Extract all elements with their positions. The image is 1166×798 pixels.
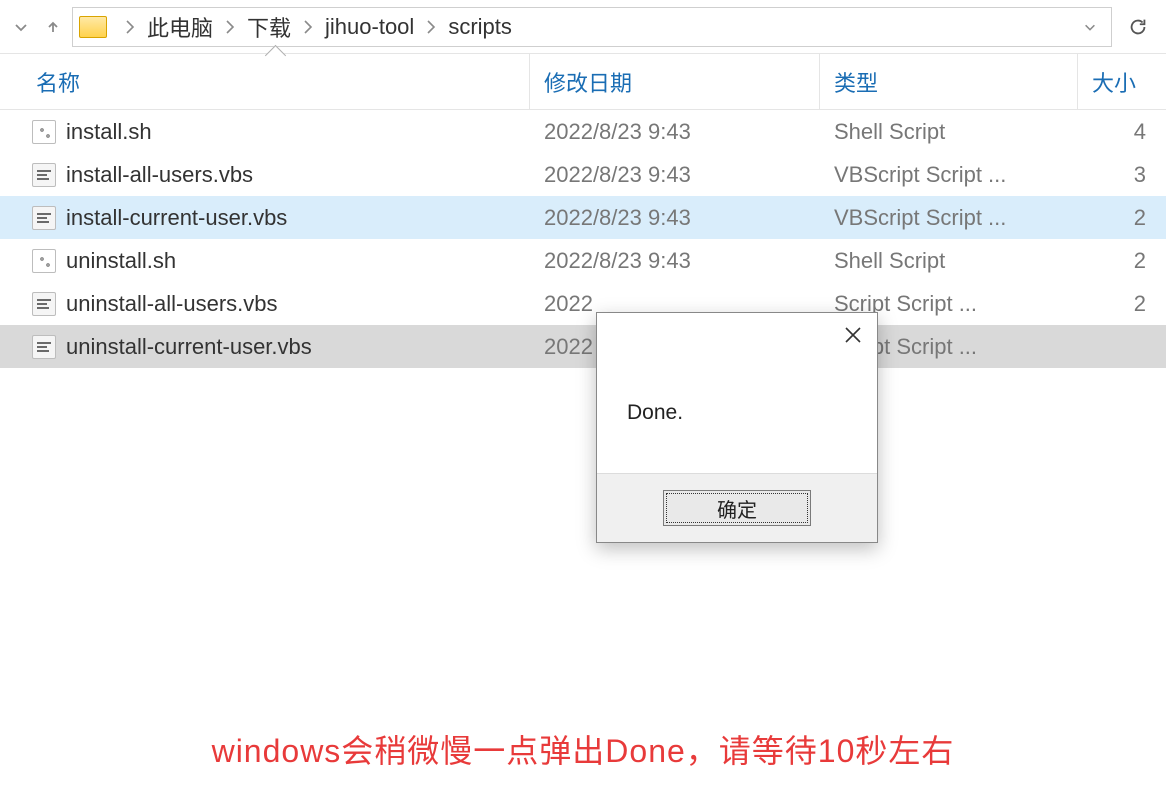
file-row[interactable]: uninstall-all-users.vbs2022Script Script… — [0, 282, 1166, 325]
breadcrumb-separator — [217, 14, 243, 40]
file-date: 2022/8/23 9:43 — [530, 162, 820, 188]
file-type: Shell Script — [820, 119, 1078, 145]
file-size: 2 — [1078, 205, 1166, 231]
breadcrumb-separator — [418, 14, 444, 40]
file-row[interactable]: install-current-user.vbs 2022/8/23 9:43VB… — [0, 196, 1166, 239]
dialog-footer: 确定 — [597, 473, 877, 542]
nav-dropdown-button[interactable] — [8, 14, 34, 40]
refresh-button[interactable] — [1118, 7, 1158, 47]
file-row[interactable]: install.sh 2022/8/23 9:43Shell Script4 — [0, 110, 1166, 153]
file-row[interactable]: uninstall.sh 2022/8/23 9:43Shell Script2 — [0, 239, 1166, 282]
file-size: 2 — [1078, 248, 1166, 274]
shell-script-icon — [32, 120, 56, 144]
breadcrumb-item[interactable]: 下载 — [247, 11, 291, 43]
breadcrumb-separator — [295, 14, 321, 40]
column-header-date[interactable]: 修改日期 — [530, 54, 820, 109]
file-size: 4 — [1078, 119, 1166, 145]
file-size: 3 — [1078, 162, 1166, 188]
file-name: uninstall-all-users.vbs — [66, 291, 278, 317]
nav-up-button[interactable] — [40, 14, 66, 40]
ok-button[interactable]: 确定 — [663, 490, 811, 526]
file-row[interactable]: install-all-users.vbs 2022/8/23 9:43VBScr… — [0, 153, 1166, 196]
file-row[interactable]: uninstall-current-user.vbs2022Script Scr… — [0, 325, 1166, 368]
vbscript-icon — [32, 163, 56, 187]
file-type: VBScript Script ... — [820, 162, 1078, 188]
file-name-cell: uninstall-current-user.vbs — [0, 334, 530, 360]
vbscript-icon — [32, 292, 56, 316]
file-name-cell: install.sh — [0, 119, 530, 145]
breadcrumb-item[interactable]: 此电脑 — [147, 11, 213, 43]
vbscript-icon — [32, 206, 56, 230]
dialog-message: Done. — [597, 353, 877, 473]
file-name: uninstall.sh — [66, 248, 176, 274]
file-list: install.sh2022/8/23 9:43Shell Script4ins… — [0, 110, 1166, 368]
dialog-titlebar[interactable] — [597, 313, 877, 353]
file-name-cell: uninstall.sh — [0, 248, 530, 274]
message-dialog: Done. 确定 — [596, 312, 878, 543]
column-header-type[interactable]: 类型 — [820, 54, 1078, 109]
file-type: Shell Script — [820, 248, 1078, 274]
breadcrumb-dropdown[interactable] — [1075, 14, 1105, 40]
shell-script-icon — [32, 249, 56, 273]
explorer-toolbar: 此电脑 下载 jihuo-tool scripts — [0, 0, 1166, 54]
file-name: install-current-user.vbs — [66, 205, 287, 231]
file-name-cell: install-current-user.vbs — [0, 205, 530, 231]
file-name-cell: install-all-users.vbs — [0, 162, 530, 188]
file-size: 2 — [1078, 291, 1166, 317]
file-type: VBScript Script ... — [820, 205, 1078, 231]
file-name: install.sh — [66, 119, 152, 145]
file-name: uninstall-current-user.vbs — [66, 334, 312, 360]
file-date: 2022/8/23 9:43 — [530, 119, 820, 145]
file-date: 2022/8/23 9:43 — [530, 248, 820, 274]
file-name-cell: uninstall-all-users.vbs — [0, 291, 530, 317]
breadcrumb[interactable]: 此电脑 下载 jihuo-tool scripts — [72, 7, 1112, 47]
file-date: 2022/8/23 9:43 — [530, 205, 820, 231]
column-header-size[interactable]: 大小 — [1078, 54, 1166, 109]
vbscript-icon — [32, 335, 56, 359]
folder-icon — [79, 16, 107, 38]
breadcrumb-item[interactable]: scripts — [448, 14, 512, 40]
file-name: install-all-users.vbs — [66, 162, 253, 188]
annotation-text: windows会稍微慢一点弹出Done，请等待10秒左右 — [0, 726, 1166, 772]
column-header-name[interactable]: 名称 — [0, 54, 530, 109]
column-headers: 名称 修改日期 类型 大小 — [0, 54, 1166, 110]
close-button[interactable] — [837, 321, 869, 349]
breadcrumb-separator — [117, 14, 143, 40]
breadcrumb-item[interactable]: jihuo-tool — [325, 14, 414, 40]
